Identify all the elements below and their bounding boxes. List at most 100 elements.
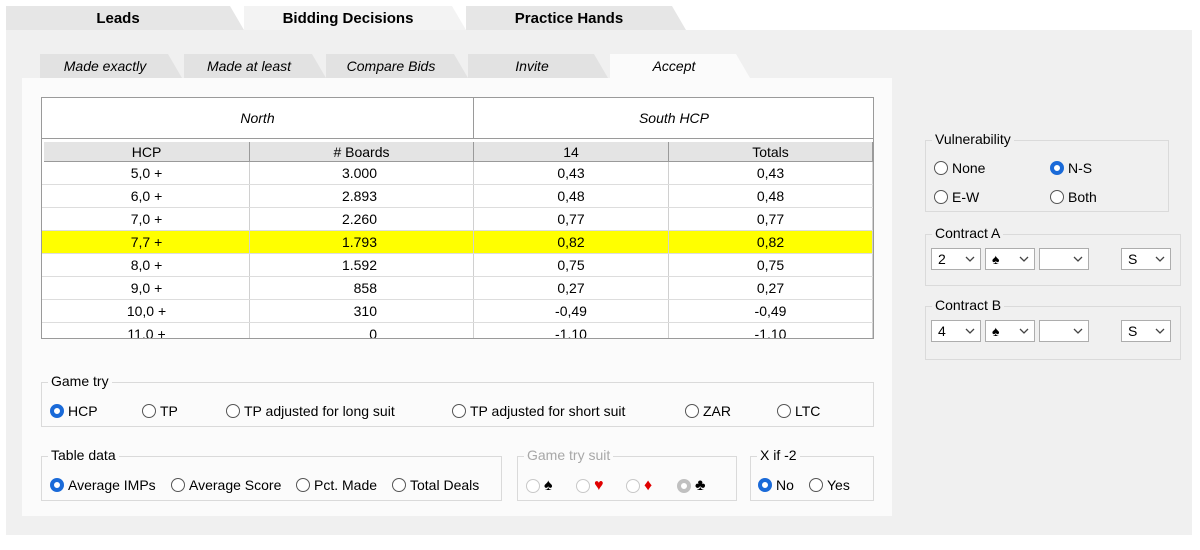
cell-boards: 1.793 [250,231,474,253]
table-row[interactable]: 5,0 +3.000 0,43 0,43 [42,162,873,185]
radio-unselected-icon [296,478,310,492]
tab-label: Practice Hands [514,9,624,27]
radio-label: ♥ [594,477,604,494]
results-grid[interactable]: North South HCP HCP # Boards 14 Totals 5… [41,97,874,339]
contract-b-title: Contract B [932,297,1005,313]
x-if-2-radio-no[interactable]: No [758,477,794,493]
cell-hcp: 7,7 + [44,231,250,253]
subtab-invite[interactable]: Invite [468,54,608,78]
radio-unselected-icon [576,479,590,493]
game-try-radio-hcp[interactable]: HCP [50,403,98,419]
table-row[interactable]: 11,0 +0 -1,10 -1,10 [42,323,873,338]
grid-group-north: North [42,98,474,139]
vulnerability-radio-n-s[interactable]: N-S [1050,160,1092,176]
table-data-radio-average-imps[interactable]: Average IMPs [50,477,156,493]
table-data-radio-total-deals[interactable]: Total Deals [392,477,479,493]
col-header-14[interactable]: 14 [474,142,669,162]
game-try-radio-ltc[interactable]: LTC [777,403,820,419]
selected-value: 2 [938,251,946,267]
subtab-compare-bids[interactable]: Compare Bids [326,54,468,78]
tab-label: Leads [96,9,140,27]
chevron-down-icon [1019,256,1029,262]
tab-label: Made exactly [63,58,147,74]
tab-label: Compare Bids [346,58,436,74]
radio-label: ♠ [544,477,553,494]
cell-boards: 3.000 [250,162,474,184]
vulnerability-radio-none[interactable]: None [934,160,985,176]
game-try-radio-tp-adjusted-for-short-suit[interactable]: TP adjusted for short suit [452,403,625,419]
table-row[interactable]: 6,0 +2.893 0,48 0,48 [42,185,873,208]
cell-hcp: 5,0 + [44,162,250,184]
chevron-down-icon [1019,328,1029,334]
cell-14: 0,27 [474,277,669,299]
radio-selected-icon [758,478,772,492]
table-data-title: Table data [48,447,119,463]
cell-boards: 2.893 [250,185,474,207]
vulnerability-radio-both[interactable]: Both [1050,189,1097,205]
cell-totals: 0,82 [669,231,873,253]
table-data-radio-average-score[interactable]: Average Score [171,477,281,493]
radio-unselected-icon [171,478,185,492]
contract-b-declarer-select[interactable]: S [1121,320,1171,342]
contract-b-level-select[interactable]: 4 [931,320,981,342]
contract-a-declarer-select[interactable]: S [1121,248,1171,270]
game-try-suit-title: Game try suit [524,447,614,463]
cell-hcp: 9,0 + [44,277,250,299]
subtab-made-exactly[interactable]: Made exactly [40,54,182,78]
tab-leads[interactable]: Leads [6,6,244,30]
table-data-radio-pct-made[interactable]: Pct. Made [296,477,377,493]
radio-unselected-icon [452,404,466,418]
game-try-title: Game try [48,373,112,389]
vulnerability-title: Vulnerability [932,131,1014,147]
chevron-down-icon [1073,256,1083,262]
contract-a-suit-select[interactable]: ♠ [985,248,1035,270]
cell-hcp: 8,0 + [44,254,250,276]
contract-a-modifier-select[interactable] [1039,248,1089,270]
table-row[interactable]: 7,0 +2.260 0,77 0,77 [42,208,873,231]
selected-value: ♠ [992,251,1000,267]
selected-value: 4 [938,323,946,339]
chevron-down-icon [1073,328,1083,334]
vulnerability-radio-e-w[interactable]: E-W [934,189,979,205]
radio-label: Total Deals [410,477,480,493]
table-row[interactable]: 10,0 +310 -0,49 -0,49 [42,300,873,323]
chevron-down-icon [965,328,975,334]
cell-hcp: 6,0 + [44,185,250,207]
chevron-down-icon [1155,328,1165,334]
game-try-radio-tp[interactable]: TP [142,403,178,419]
radio-label: ZAR [703,403,731,419]
radio-unselected-icon [685,404,699,418]
contract-b-modifier-select[interactable] [1039,320,1089,342]
radio-label: LTC [795,403,821,419]
radio-unselected-icon [777,404,791,418]
cell-boards: 1.592 [250,254,474,276]
cell-totals: -1,10 [669,323,873,338]
game-try-radio-tp-adjusted-for-long-suit[interactable]: TP adjusted for long suit [226,403,395,419]
table-row-selected[interactable]: 7,7 +1.793 0,82 0,82 [42,231,873,254]
radio-label: Average IMPs [68,477,156,493]
col-header-hcp[interactable]: HCP [44,142,250,162]
cell-boards: 310 [250,300,474,322]
col-header-boards[interactable]: # Boards [250,142,474,162]
contract-a-level-select[interactable]: 2 [931,248,981,270]
game-try-radio-zar[interactable]: ZAR [685,403,731,419]
cell-hcp: 10,0 + [44,300,250,322]
col-header-totals[interactable]: Totals [669,142,873,162]
radio-unselected-icon [809,478,823,492]
table-row[interactable]: 9,0 +858 0,27 0,27 [42,277,873,300]
cell-boards: 2.260 [250,208,474,230]
subtab-accept[interactable]: Accept [610,54,750,78]
cell-boards: 858 [250,277,474,299]
table-row[interactable]: 8,0 +1.592 0,75 0,75 [42,254,873,277]
tab-label: Made at least [206,58,292,74]
radio-label: TP [160,403,178,419]
contract-b-suit-select[interactable]: ♠ [985,320,1035,342]
x-if-2-radio-yes[interactable]: Yes [809,477,850,493]
radio-label: No [776,477,794,493]
chevron-down-icon [965,256,975,262]
subtab-made-at-least[interactable]: Made at least [184,54,326,78]
radio-unselected-icon [934,161,948,175]
tab-bidding-decisions[interactable]: Bidding Decisions [244,6,466,30]
suit-radio-diamond: ♦ [626,477,652,495]
tab-practice-hands[interactable]: Practice Hands [466,6,686,30]
